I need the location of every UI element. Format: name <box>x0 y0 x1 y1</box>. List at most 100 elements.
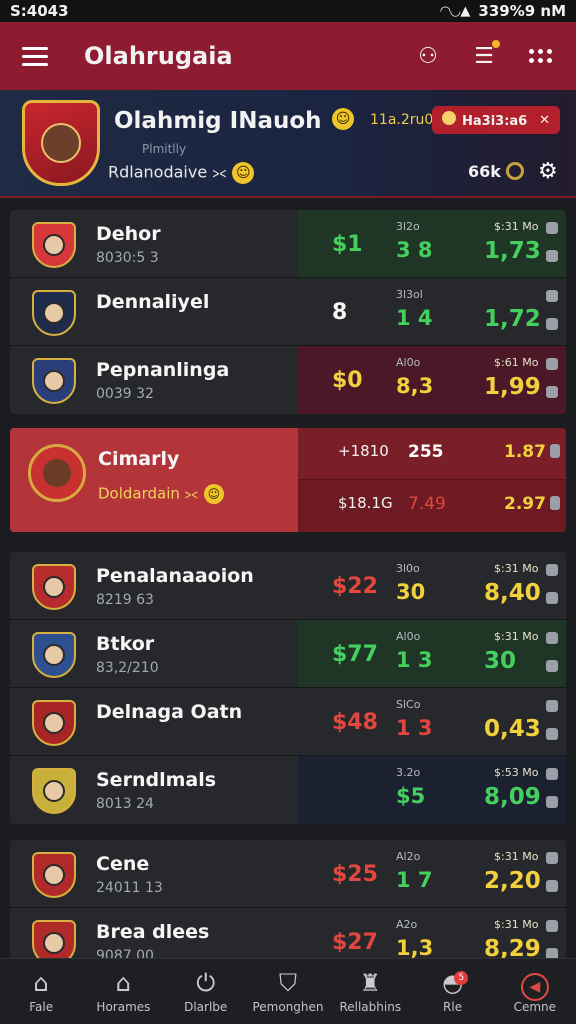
odd-tertiary[interactable]: 8,29 <box>484 936 541 958</box>
odd-primary[interactable]: $77 <box>332 642 378 667</box>
player-meta: 9087 00 <box>96 948 154 958</box>
odd-primary[interactable]: $27 <box>332 930 378 955</box>
player-meta: Doldardain ⪥ ☺ <box>98 484 224 504</box>
team-role: Rdlanodaive ⪥ ☺ <box>108 162 255 184</box>
odds-line-top[interactable]: +1810 255 1.87 <box>298 428 566 480</box>
gear-icon[interactable]: ⚙ <box>538 159 558 184</box>
odd-secondary[interactable]: 3 8 <box>396 238 433 262</box>
nav-item-1[interactable]: ⌂ Horames <box>82 959 164 1024</box>
lock-icon <box>546 768 558 780</box>
highlighted-row[interactable]: Cimarly Doldardain ⪥ ☺ +1810 255 1.87 $18… <box>10 428 566 532</box>
odd-label: $:31 Mo <box>494 850 539 863</box>
lock-icon <box>546 852 558 864</box>
odds-cell[interactable]: $22 3l0o 30 $:31 Mo 8,40 <box>298 552 566 619</box>
odd-tertiary[interactable]: 30 <box>484 648 516 674</box>
odd-primary[interactable]: $25 <box>332 862 378 887</box>
status-bar: S:4043 ◠◡▲ 339%9 nM <box>0 0 576 22</box>
player-cell: Brea dlees 9087 00 <box>10 908 298 958</box>
odd-secondary[interactable]: 1 4 <box>396 306 433 330</box>
nav-item-3[interactable]: ⛉ Pemonghen <box>247 959 329 1024</box>
odds-cell[interactable]: $27 A2o 1,3 $:31 Mo 8,29 <box>298 908 566 958</box>
odd-tertiary[interactable]: 8,09 <box>484 784 541 810</box>
news-icon[interactable]: ☰ <box>470 40 500 70</box>
odd-primary[interactable]: $1 <box>332 232 363 257</box>
table-row[interactable]: Pepnanlinga 0039 32 $0 Al0o 8,3 $:61 Mo 1,99 <box>10 346 566 414</box>
odd-primary[interactable]: $0 <box>332 368 363 393</box>
player-name: Cene <box>96 853 150 875</box>
odds-cell[interactable]: $48 SlCo 1 3 0,43 <box>298 688 566 755</box>
odd-tertiary[interactable]: 1,73 <box>484 238 541 264</box>
odds-cell[interactable]: $25 Al2o 1 7 $:31 Mo 2,20 <box>298 840 566 907</box>
odds-cell[interactable]: $0 Al0o 8,3 $:61 Mo 1,99 <box>298 346 566 414</box>
odd-a: +1810 <box>338 442 389 460</box>
ring-icon <box>506 162 524 180</box>
odd-label: $:31 Mo <box>494 630 539 643</box>
odd-label: $:53 Mo <box>494 766 539 779</box>
nav-item-6[interactable]: ◀ Cemne <box>494 959 576 1024</box>
nav-item-4[interactable]: ♜ Rellabhins <box>329 959 411 1024</box>
odd-tertiary[interactable]: 0,43 <box>484 716 541 742</box>
app-title: Olahrugaia <box>84 42 233 70</box>
odd-secondary[interactable]: 8,3 <box>396 374 433 398</box>
team-crest <box>32 358 76 404</box>
surprised-emoji-icon: ☺ <box>232 162 255 184</box>
nav-item-0[interactable]: ⌂ Fale <box>0 959 82 1024</box>
nav-item-5[interactable]: ◓ 5 Rle <box>411 959 493 1024</box>
odd-tertiary[interactable]: 8,40 <box>484 580 541 606</box>
table-row[interactable]: Serndlmals 8013 24 3.2o $5 $:53 Mo 8,09 <box>10 756 566 824</box>
score-pill[interactable]: Ha3i3:a6 ✕ <box>432 106 560 134</box>
nav-label: Pemonghen <box>252 999 324 1014</box>
player-name: Brea dlees <box>96 921 210 943</box>
team-crest <box>32 222 76 268</box>
odd-primary[interactable]: $22 <box>332 574 378 599</box>
odd-secondary[interactable]: 1,3 <box>396 936 433 958</box>
player-cell: Dennaliyel <box>10 278 298 345</box>
settings-ring-icon: ◀ <box>520 970 549 1001</box>
nav-item-2[interactable]: ⏻ Dlarlbe <box>165 959 247 1024</box>
add-user-icon[interactable]: ⚇ <box>414 42 442 70</box>
odds-cell[interactable]: $77 Al0o 1 3 $:31 Mo 30 <box>298 620 566 687</box>
shield-icon: ⛉ <box>278 968 297 997</box>
odd-secondary[interactable]: $5 <box>396 784 425 808</box>
odd-tertiary[interactable]: 1,72 <box>484 306 541 332</box>
grid-icon[interactable] <box>526 42 554 70</box>
table-row[interactable]: Dehor 8030:5 3 $1 3l2o 3 8 $:31 Mo 1,73 <box>10 210 566 278</box>
player-name: Dennaliyel <box>96 291 210 313</box>
table-row[interactable]: Penalanaaoion 8219 63 $22 3l0o 30 $:31 Mo 8,40 <box>10 552 566 620</box>
odd-primary[interactable]: $48 <box>332 710 378 735</box>
table-row[interactable]: Btkor 83,2/210 $77 Al0o 1 3 $:31 Mo 30 <box>10 620 566 688</box>
odd-b: 255 <box>408 442 444 462</box>
odds-cell[interactable]: $1 3l2o 3 8 $:31 Mo 1,73 <box>298 210 566 277</box>
player-cell: Btkor 83,2/210 <box>10 620 298 687</box>
odds-cell[interactable]: 3.2o $5 $:53 Mo 8,09 <box>298 756 566 824</box>
odd-secondary[interactable]: 1 3 <box>396 716 433 740</box>
nav-label: Rellabhins <box>339 999 402 1014</box>
odd-label: $:61 Mo <box>494 356 539 369</box>
menu-icon[interactable] <box>22 46 48 66</box>
ball-icon <box>442 111 456 125</box>
player-cell: Pepnanlinga 0039 32 <box>10 346 298 414</box>
odds-line-bottom[interactable]: $18.1G 7.49 2.97 <box>298 480 566 532</box>
close-icon[interactable]: ✕ <box>539 113 550 128</box>
player-meta: 24011 13 <box>96 880 163 896</box>
table-row[interactable]: Cene 24011 13 $25 Al2o 1 7 $:31 Mo 2,20 <box>10 840 566 908</box>
lock-icon <box>546 290 558 302</box>
odd-secondary[interactable]: 1 7 <box>396 868 433 892</box>
odd-secondary[interactable]: 30 <box>396 580 425 604</box>
table-row[interactable]: Delnaga Oatn $48 SlCo 1 3 0,43 <box>10 688 566 756</box>
lock-icon <box>546 948 558 958</box>
score-text: Ha3i3:a6 <box>462 114 528 129</box>
team-crest <box>32 564 76 610</box>
table-row[interactable]: Dennaliyel 8 3l3ol 1 4 1,72 <box>10 278 566 346</box>
odd-primary[interactable]: 8 <box>332 300 347 325</box>
lock-icon <box>546 564 558 576</box>
odd-tertiary[interactable]: 1,99 <box>484 374 541 400</box>
odds-cell[interactable]: 8 3l3ol 1 4 1,72 <box>298 278 566 345</box>
odd-tertiary[interactable]: 2,20 <box>484 868 541 894</box>
followers-count: 66k <box>468 162 501 181</box>
table-row[interactable]: Brea dlees 9087 00 $27 A2o 1,3 $:31 Mo 8,29 <box>10 908 566 958</box>
odd-secondary[interactable]: 1 3 <box>396 648 433 672</box>
team-crest <box>32 768 76 814</box>
lock-icon <box>546 592 558 604</box>
lock-icon <box>550 444 560 458</box>
